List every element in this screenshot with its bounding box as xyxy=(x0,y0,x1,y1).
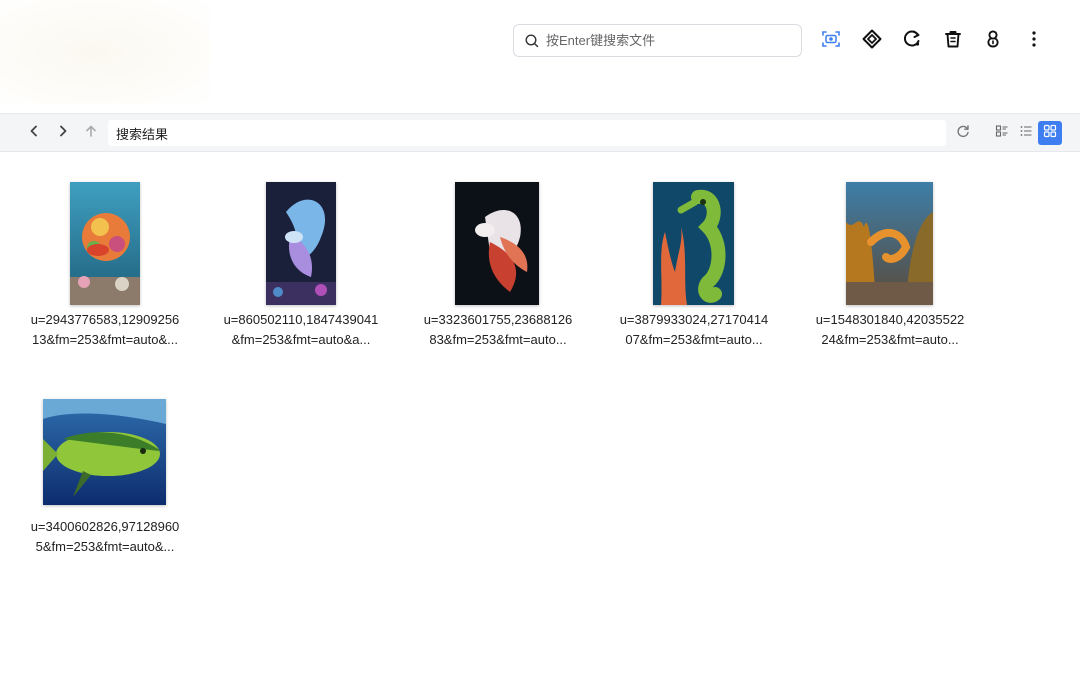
top-bar xyxy=(0,0,1080,113)
file-thumbnail xyxy=(43,399,166,505)
refresh-icon xyxy=(956,124,970,143)
file-thumbnail xyxy=(653,182,734,305)
file-thumbnail xyxy=(70,182,140,305)
image-search-button[interactable] xyxy=(818,28,844,54)
trash-icon xyxy=(942,28,964,55)
file-name: u=1548301840,42035522 24&fm=253&fmt=auto… xyxy=(805,310,975,350)
file-name: u=3400602826,97128960 5&fm=253&fmt=auto&… xyxy=(20,517,190,557)
file-name-line1: u=1548301840,42035522 xyxy=(815,312,965,327)
file-item[interactable]: u=860502110,1847439041 &fm=253&fmt=auto&… xyxy=(216,182,386,352)
file-name-line1: u=2943776583,12909256 xyxy=(30,312,180,327)
file-name: u=3879933024,27170414 07&fm=253&fmt=auto… xyxy=(609,310,779,350)
list-view-button[interactable] xyxy=(1014,121,1038,145)
chevron-right-icon xyxy=(56,124,70,143)
file-thumbnail xyxy=(455,182,539,305)
file-item[interactable]: u=2943776583,12909256 13&fm=253&fmt=auto… xyxy=(20,182,190,352)
search-box[interactable] xyxy=(513,24,802,57)
list-view-icon xyxy=(1019,124,1033,143)
file-name-line1: u=3400602826,97128960 xyxy=(30,519,180,534)
file-name-line1: u=860502110,1847439041 xyxy=(223,312,379,327)
parent-folder-button[interactable] xyxy=(80,122,102,144)
account-button[interactable] xyxy=(980,28,1006,54)
grid-view-icon xyxy=(1043,124,1057,143)
file-name-line2: &fm=253&fmt=auto&a... xyxy=(231,332,371,347)
diamond-icon xyxy=(861,28,883,55)
forward-button[interactable] xyxy=(52,122,74,144)
path-field[interactable]: 搜索结果 xyxy=(108,120,946,146)
detail-view-icon xyxy=(995,124,1009,143)
file-name-line2: 83&fm=253&fmt=auto... xyxy=(429,332,567,347)
trash-button[interactable] xyxy=(940,28,966,54)
search-input[interactable] xyxy=(546,33,786,48)
current-path: 搜索结果 xyxy=(116,126,169,142)
more-vertical-icon xyxy=(1023,28,1045,55)
grid-view-button[interactable] xyxy=(1038,121,1062,145)
file-name: u=860502110,1847439041 &fm=253&fmt=auto&… xyxy=(216,310,386,350)
user-icon xyxy=(982,28,1004,55)
path-bar: 搜索结果 xyxy=(0,113,1080,152)
chevron-left-icon xyxy=(27,124,41,143)
back-button[interactable] xyxy=(23,122,45,144)
file-name-line2: 5&fm=253&fmt=auto&... xyxy=(35,539,175,554)
file-item[interactable]: u=3400602826,97128960 5&fm=253&fmt=auto&… xyxy=(20,399,190,559)
file-name-line2: 07&fm=253&fmt=auto... xyxy=(625,332,763,347)
file-name-line1: u=3879933024,27170414 xyxy=(619,312,769,327)
arrow-up-icon xyxy=(84,124,98,143)
file-name-line2: 24&fm=253&fmt=auto... xyxy=(821,332,959,347)
file-name: u=2943776583,12909256 13&fm=253&fmt=auto… xyxy=(20,310,190,350)
file-thumbnail xyxy=(846,182,933,305)
sync-button[interactable] xyxy=(899,28,925,54)
camera-scan-icon xyxy=(820,28,842,55)
file-item[interactable]: u=1548301840,42035522 24&fm=253&fmt=auto… xyxy=(805,182,975,352)
app-logo xyxy=(0,0,210,104)
refresh-search-icon xyxy=(901,28,923,55)
apps-button[interactable] xyxy=(859,28,885,54)
search-icon xyxy=(524,33,540,49)
file-name-line2: 13&fm=253&fmt=auto&... xyxy=(32,332,178,347)
detail-view-button[interactable] xyxy=(990,121,1014,145)
file-name-line1: u=3323601755,23688126 xyxy=(423,312,573,327)
more-button[interactable] xyxy=(1021,28,1047,54)
file-item[interactable]: u=3323601755,23688126 83&fm=253&fmt=auto… xyxy=(413,182,583,352)
file-item[interactable]: u=3879933024,27170414 07&fm=253&fmt=auto… xyxy=(609,182,779,352)
file-thumbnail xyxy=(266,182,336,305)
refresh-button[interactable] xyxy=(952,122,974,144)
file-name: u=3323601755,23688126 83&fm=253&fmt=auto… xyxy=(413,310,583,350)
